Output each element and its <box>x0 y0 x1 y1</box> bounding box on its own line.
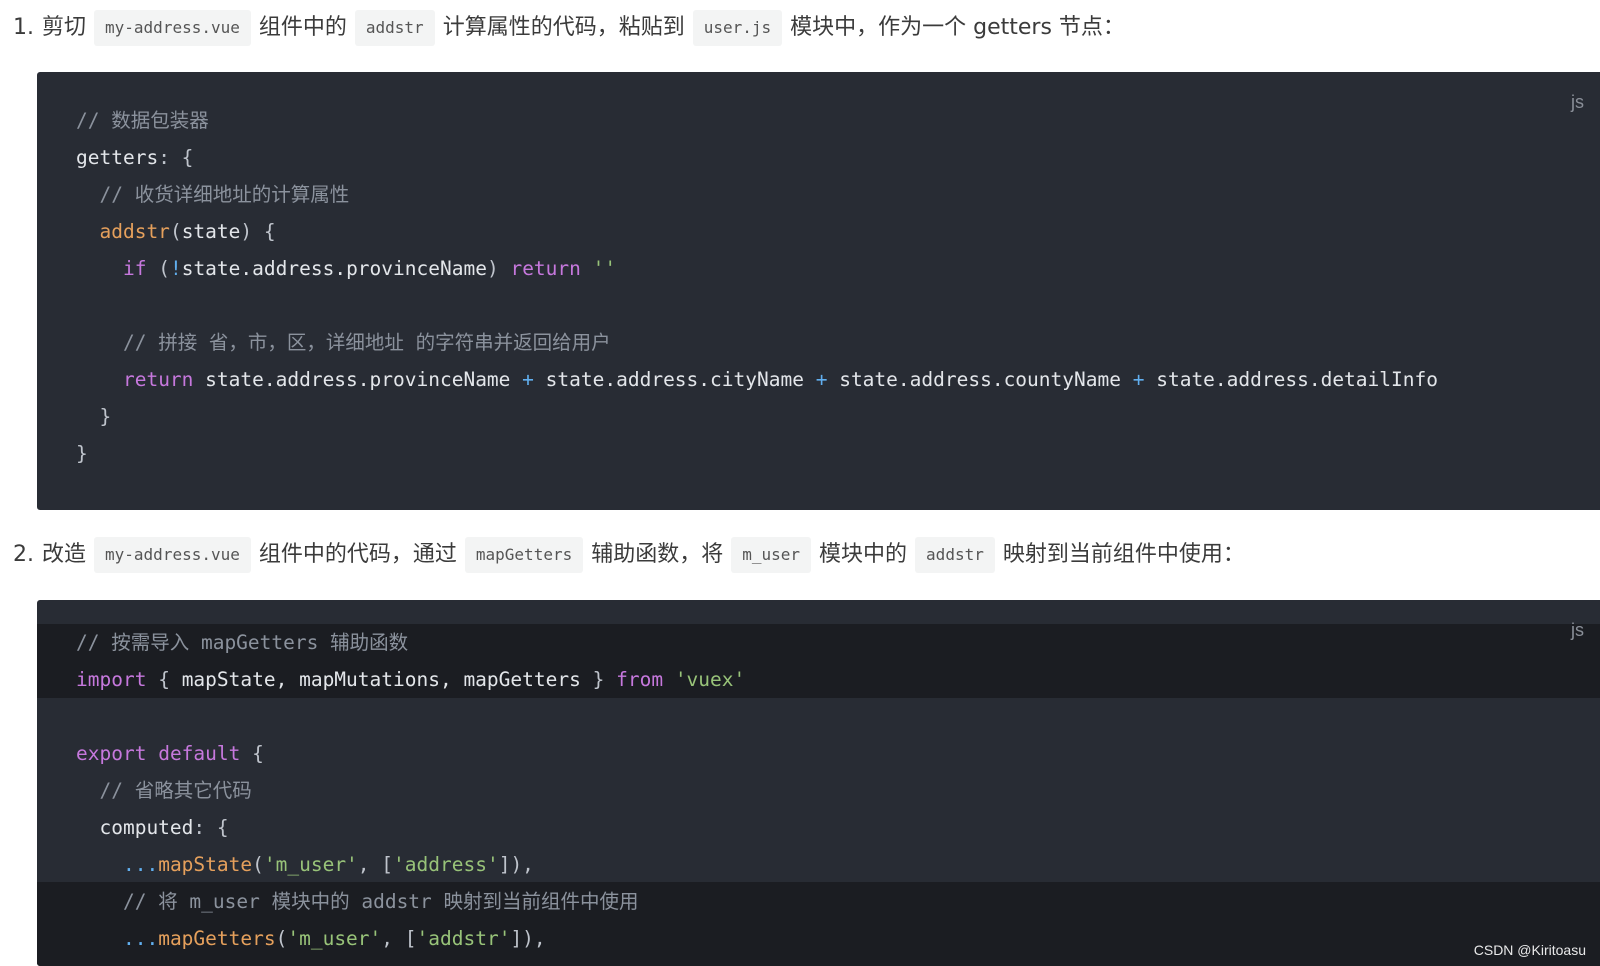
code-string: 'address' <box>393 853 499 876</box>
code-keyword: default <box>158 742 241 765</box>
code-keyword: if <box>122 257 147 280</box>
code-comment: // 按需导入 mapGetters 辅助函数 <box>76 631 409 654</box>
inline-code: addstr <box>915 537 995 573</box>
code-string: 'm_user' <box>263 853 358 876</box>
step-text: 映射到当前组件中使用： <box>1002 542 1245 567</box>
code-language-label: js <box>1571 92 1584 112</box>
code-block-getters: js // 数据包装器 getters: { // 收货详细地址的计算属性 ad… <box>37 72 1600 510</box>
step-number: 1. <box>13 15 34 40</box>
code-comment: // 省略其它代码 <box>99 779 252 802</box>
code-comment: // 收货详细地址的计算属性 <box>99 183 350 206</box>
code-string: 'addstr' <box>416 927 511 950</box>
step-text: 改造 <box>42 542 87 567</box>
step-text: 组件中的代码，通过 <box>258 542 457 567</box>
code-keyword: return <box>122 368 194 391</box>
code-expression: state.address.countyName <box>839 368 1121 391</box>
code-identifiers: mapState, mapMutations, mapGetters <box>181 668 581 691</box>
code-comment: // 数据包装器 <box>76 109 209 132</box>
code-keyword: from <box>616 668 664 691</box>
inline-code: addstr <box>354 10 435 46</box>
code-string: 'vuex' <box>674 668 746 691</box>
code-key: getters <box>76 146 159 169</box>
step-text: 组件中的 <box>258 15 347 40</box>
inline-code: user.js <box>692 10 783 46</box>
code-block-mapgetters: js // 按需导入 mapGetters 辅助函数 import { mapS… <box>37 600 1600 966</box>
code-string: 'm_user' <box>287 927 382 950</box>
step-1-instruction: 1. 剪切 my-address.vue 组件中的 addstr 计算属性的代码… <box>13 8 1133 48</box>
code-function-name: mapGetters <box>158 927 276 950</box>
code-comment: // 将 m_user 模块中的 addstr 映射到当前组件中使用 <box>122 890 639 913</box>
code-expression: state.address.provinceName <box>205 368 511 391</box>
code-language-label: js <box>1571 620 1584 640</box>
code-keyword: return <box>510 257 581 280</box>
code-string: '' <box>592 257 617 280</box>
inline-code: mapGetters <box>464 537 584 573</box>
step-number: 2. <box>13 542 34 567</box>
step-text: 计算属性的代码，粘贴到 <box>442 15 685 40</box>
step-text: 剪切 <box>42 15 87 40</box>
step-text: 模块中，作为一个 getters 节点： <box>790 15 1125 40</box>
code-function-name: mapState <box>158 853 253 876</box>
code-key: computed <box>99 816 194 839</box>
code-expression: state.address.provinceName <box>181 257 487 280</box>
code-expression: state.address.cityName <box>545 368 804 391</box>
code-comment: // 拼接 省，市，区，详细地址 的字符串并返回给用户 <box>122 331 611 354</box>
inline-code: m_user <box>731 537 812 573</box>
csdn-watermark: CSDN @Kiritoasu <box>1473 942 1586 958</box>
code-param: state <box>181 220 241 243</box>
step-2-instruction: 2. 改造 my-address.vue 组件中的代码，通过 mapGetter… <box>13 535 1253 575</box>
code-keyword: import <box>76 668 147 691</box>
code-keyword: export <box>76 742 147 765</box>
step-text: 模块中的 <box>819 542 908 567</box>
inline-code: my-address.vue <box>94 537 251 573</box>
code-content: // 数据包装器 getters: { // 收货详细地址的计算属性 addst… <box>76 109 1438 465</box>
code-expression: state.address.detailInfo <box>1156 368 1438 391</box>
code-function-name: addstr <box>99 220 170 243</box>
step-text: 辅助函数，将 <box>591 542 724 567</box>
code-content: // 按需导入 mapGetters 辅助函数 import { mapStat… <box>76 631 746 950</box>
inline-code: my-address.vue <box>94 10 251 46</box>
